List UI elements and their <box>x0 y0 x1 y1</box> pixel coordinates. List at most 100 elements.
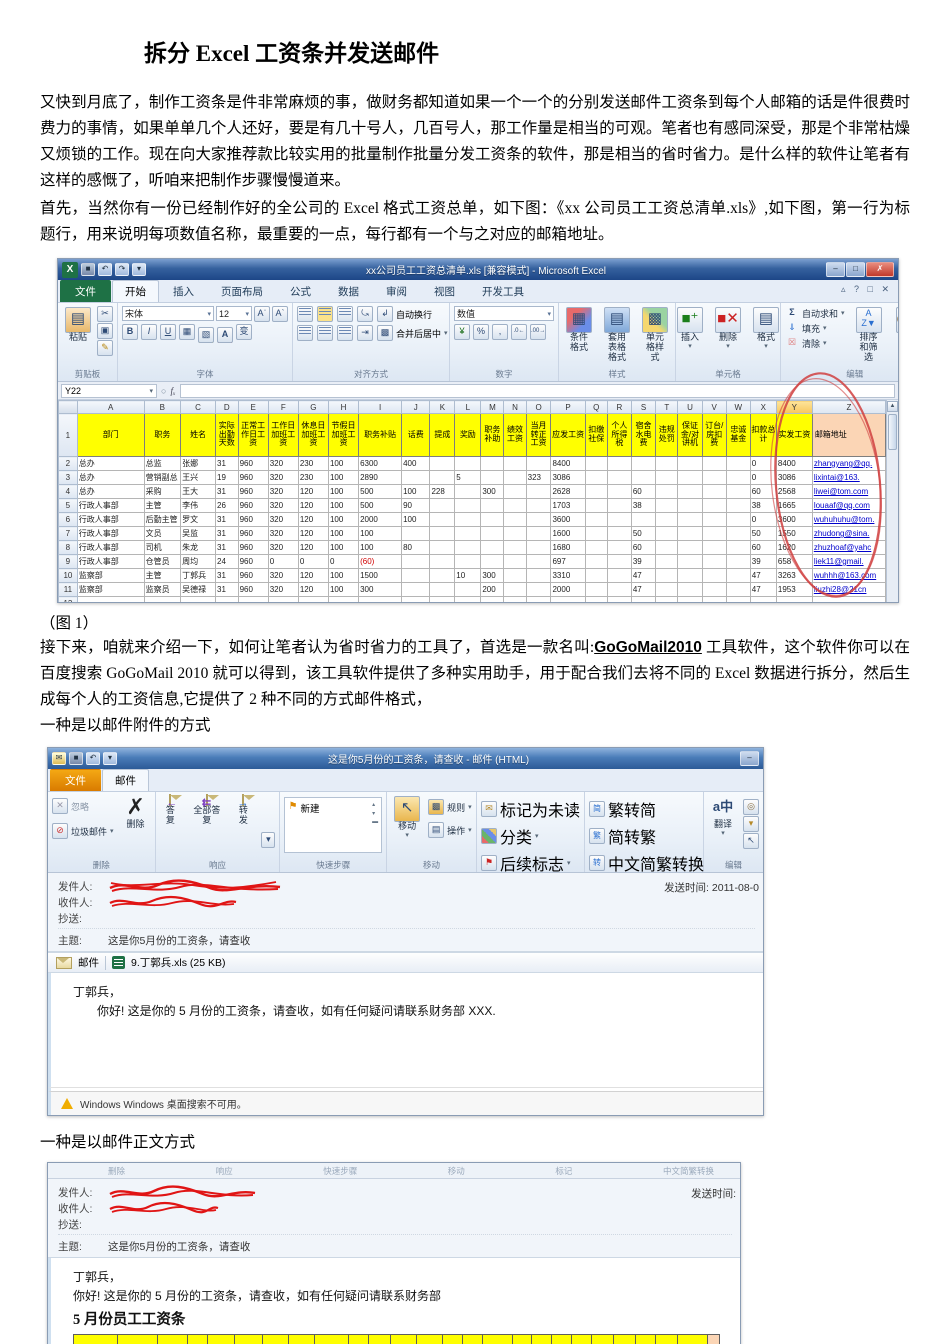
cell[interactable]: 320 <box>267 540 299 555</box>
cell[interactable]: 周均 <box>180 554 217 569</box>
cell[interactable] <box>401 596 431 602</box>
cell[interactable] <box>401 470 431 485</box>
cell[interactable]: 8400 <box>775 456 813 471</box>
cell[interactable] <box>454 582 482 597</box>
row-number-7[interactable]: 7 <box>58 526 78 541</box>
cell[interactable]: 监察员 <box>143 582 182 597</box>
cell[interactable]: 320 <box>267 498 299 513</box>
cell[interactable]: 60 <box>749 484 777 499</box>
cell[interactable]: 行政人事部 <box>76 526 145 541</box>
column-letter-T[interactable]: T <box>655 400 679 414</box>
cell[interactable] <box>454 596 482 602</box>
attachment-file[interactable]: 9.丁郭兵.xls (25 KB) <box>131 955 226 970</box>
column-letter-Z[interactable]: Z <box>811 400 887 414</box>
grow-font-icon[interactable]: Aˈ <box>254 306 270 322</box>
cell[interactable] <box>454 554 482 569</box>
cell[interactable]: 吴监 <box>180 526 217 541</box>
header-cell[interactable]: 绩效工资 <box>503 413 527 457</box>
excel-tab-7[interactable]: 审阅 <box>373 280 420 302</box>
categorize-button[interactable]: 分类 ▾ <box>480 824 539 848</box>
header-cell[interactable]: 工作日加班工资 <box>267 413 299 457</box>
simplified-to-traditional-button[interactable]: 繁简转繁 <box>589 824 656 848</box>
cell[interactable] <box>630 470 657 485</box>
cell[interactable] <box>701 512 727 527</box>
cell[interactable] <box>525 582 552 597</box>
cell[interactable]: 3086 <box>775 470 813 485</box>
column-letter-J[interactable]: J <box>401 400 431 414</box>
vertical-scrollbar[interactable]: ▲ <box>886 400 898 602</box>
cell[interactable]: 10 <box>454 568 482 583</box>
cell[interactable]: 3600 <box>550 512 586 527</box>
column-letter-Y[interactable]: Y <box>775 400 813 414</box>
redo-icon[interactable]: ↷ <box>115 263 129 276</box>
excel-tab-6[interactable]: 数据 <box>325 280 372 302</box>
cell[interactable]: 1953 <box>775 582 813 597</box>
header-cell[interactable]: 邮箱地址 <box>811 413 887 457</box>
cell[interactable]: 3263 <box>775 568 813 583</box>
cell[interactable]: zhangyang@qq. <box>811 456 887 471</box>
cell[interactable] <box>606 498 632 513</box>
cell[interactable] <box>749 596 777 602</box>
cell[interactable]: 100 <box>327 498 360 513</box>
cell[interactable]: 3086 <box>550 470 586 485</box>
header-cell[interactable]: 个人所得税 <box>606 413 632 457</box>
column-letter-P[interactable]: P <box>550 400 586 414</box>
cell[interactable]: 960 <box>237 498 269 513</box>
excel-tab-8[interactable]: 视图 <box>421 280 468 302</box>
font-size-select[interactable]: 12 ▾ <box>216 306 252 321</box>
cell[interactable]: 320 <box>267 512 299 527</box>
italic-icon[interactable]: I <box>141 324 157 340</box>
cell[interactable] <box>525 568 552 583</box>
shrink-font-icon[interactable]: Aˋ <box>272 306 288 322</box>
cell-styles-button[interactable]: ▩ 单元格样式 <box>639 306 671 364</box>
cell[interactable]: 80 <box>401 540 431 555</box>
cell[interactable] <box>480 498 505 513</box>
unread-button[interactable]: ✉ 标记为未读 <box>480 797 580 821</box>
cell[interactable] <box>429 456 456 471</box>
cell[interactable]: 100 <box>401 512 431 527</box>
cell[interactable]: 230 <box>297 470 329 485</box>
cell[interactable] <box>655 540 679 555</box>
cell[interactable] <box>480 596 505 602</box>
column-letter-S[interactable]: S <box>630 400 657 414</box>
cell[interactable]: 960 <box>237 512 269 527</box>
excel-tab-3[interactable]: 插入 <box>160 280 207 302</box>
rules-button[interactable]: ▩ 规则 ▾ <box>428 799 472 815</box>
cell[interactable]: 0 <box>749 456 777 471</box>
cell[interactable] <box>701 596 727 602</box>
select-all-corner[interactable] <box>58 400 78 414</box>
cell[interactable] <box>701 568 727 583</box>
cell[interactable] <box>725 540 751 555</box>
quick-steps-scroll[interactable]: ▴ ▾ ▬ <box>372 801 378 825</box>
row-number-1[interactable]: 1 <box>58 413 78 457</box>
cell[interactable]: 王兴 <box>180 470 217 485</box>
column-letter-D[interactable]: D <box>215 400 239 414</box>
outlook-tab-1[interactable]: 文件 <box>50 769 101 791</box>
cell[interactable]: 19 <box>215 470 239 485</box>
cell[interactable]: 2568 <box>775 484 813 499</box>
cell[interactable]: 2000 <box>550 582 586 597</box>
cell[interactable]: 60 <box>630 484 657 499</box>
undo-icon[interactable]: ↶ <box>86 752 100 765</box>
column-letter-E[interactable]: E <box>237 400 269 414</box>
forward-button[interactable]: → 转发 <box>233 794 255 827</box>
column-letter-F[interactable]: F <box>267 400 299 414</box>
format-cells-button[interactable]: ▤ 格式 ▾ <box>750 306 782 352</box>
traditional-to-simplified-button[interactable]: 简繁转简 <box>589 797 656 821</box>
cell[interactable] <box>525 512 552 527</box>
cell[interactable] <box>655 582 679 597</box>
cell[interactable] <box>454 526 482 541</box>
cell[interactable] <box>725 512 751 527</box>
row-number-3[interactable]: 3 <box>58 470 78 485</box>
cell[interactable]: 120 <box>297 512 329 527</box>
header-cell[interactable]: 实发工资 <box>775 413 813 457</box>
header-cell[interactable]: 当月转正工资 <box>525 413 552 457</box>
cell[interactable]: 司机 <box>143 540 182 555</box>
row-number-12[interactable]: 12 <box>58 596 78 602</box>
cell[interactable]: 120 <box>297 484 329 499</box>
cell[interactable]: 47 <box>630 582 657 597</box>
cell[interactable]: 300 <box>358 582 403 597</box>
cell[interactable] <box>655 498 679 513</box>
cell[interactable]: 60 <box>630 540 657 555</box>
cell[interactable] <box>584 498 608 513</box>
